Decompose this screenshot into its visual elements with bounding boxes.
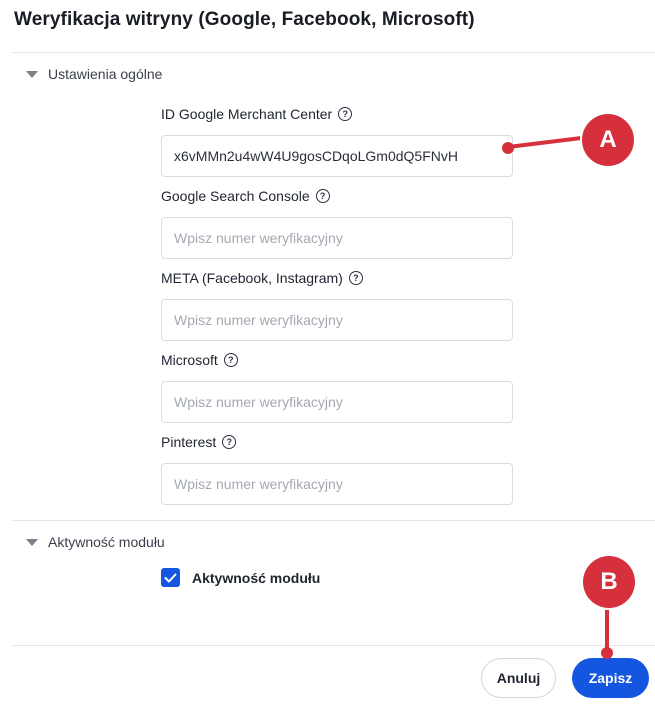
page-title: Weryfikacja witryny (Google, Facebook, M… bbox=[14, 9, 475, 30]
help-icon[interactable]: ? bbox=[338, 107, 353, 121]
section-module-toggle[interactable]: Aktywność modułu bbox=[22, 534, 165, 550]
google-search-console-input[interactable] bbox=[161, 217, 513, 259]
section-general-label: Ustawienia ogólne bbox=[48, 66, 163, 82]
section-divider bbox=[12, 520, 655, 521]
section-module-label: Aktywność modułu bbox=[48, 534, 165, 550]
field-microsoft: Microsoft ? bbox=[161, 350, 513, 423]
help-icon[interactable]: ? bbox=[315, 189, 330, 203]
field-label: META (Facebook, Instagram) bbox=[161, 270, 343, 286]
google-merchant-input[interactable] bbox=[161, 135, 513, 177]
caret-down-icon bbox=[26, 70, 38, 78]
field-google-search-console: Google Search Console ? bbox=[161, 186, 513, 259]
help-icon[interactable]: ? bbox=[222, 435, 237, 449]
caret-down-icon bbox=[26, 538, 38, 546]
cancel-button[interactable]: Anuluj bbox=[481, 658, 556, 698]
title-divider bbox=[12, 52, 655, 53]
pinterest-input[interactable] bbox=[161, 463, 513, 505]
annotation-b-dot bbox=[601, 647, 613, 659]
module-active-checkbox[interactable] bbox=[161, 568, 180, 587]
save-button[interactable]: Zapisz bbox=[572, 658, 649, 698]
module-active-checkbox-row[interactable]: Aktywność modułu bbox=[161, 568, 320, 587]
annotation-a-dot bbox=[502, 142, 514, 154]
meta-input[interactable] bbox=[161, 299, 513, 341]
field-google-merchant: ID Google Merchant Center ? bbox=[161, 104, 513, 177]
annotation-a-line bbox=[507, 135, 590, 149]
field-label: ID Google Merchant Center bbox=[161, 106, 333, 122]
field-meta: META (Facebook, Instagram) ? bbox=[161, 268, 513, 341]
help-icon[interactable]: ? bbox=[348, 271, 363, 285]
field-label: Microsoft bbox=[161, 352, 218, 368]
field-label: Google Search Console bbox=[161, 188, 310, 204]
annotation-b-badge: B bbox=[583, 556, 635, 608]
microsoft-input[interactable] bbox=[161, 381, 513, 423]
section-general-toggle[interactable]: Ustawienia ogólne bbox=[22, 66, 162, 82]
field-pinterest: Pinterest ? bbox=[161, 432, 513, 505]
checkmark-icon bbox=[164, 573, 177, 582]
field-label: Pinterest bbox=[161, 434, 217, 450]
annotation-a-badge: A bbox=[582, 114, 634, 166]
footer-divider bbox=[12, 645, 655, 646]
module-active-label: Aktywność modułu bbox=[192, 569, 321, 586]
help-icon[interactable]: ? bbox=[223, 353, 238, 367]
